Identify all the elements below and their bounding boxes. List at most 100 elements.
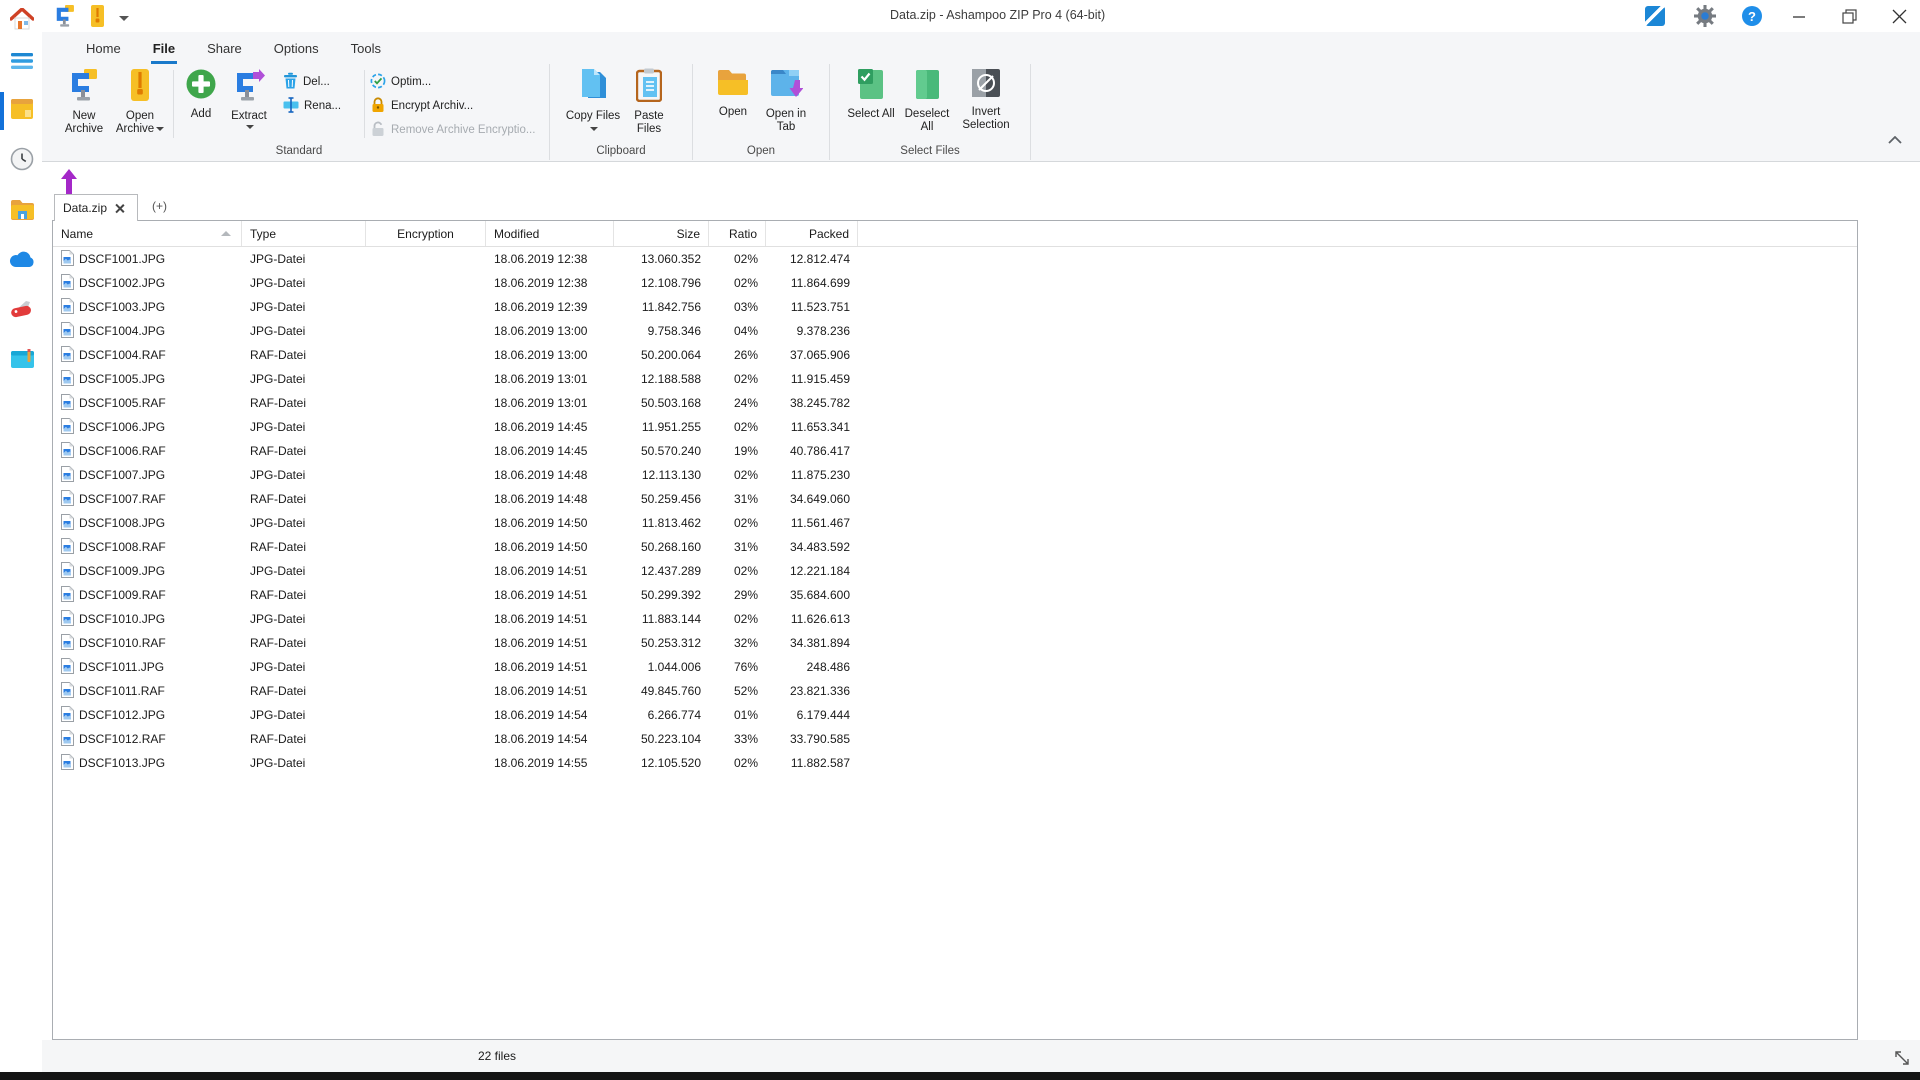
quick-access-caret-icon[interactable] (119, 16, 129, 21)
file-packed: 11.626.613 (790, 612, 850, 626)
table-row[interactable]: DSCF1013.JPG JPG-Datei 18.06.2019 14:55 … (53, 751, 1857, 775)
file-packed: 11.653.341 (790, 420, 850, 434)
new-tab-button[interactable]: (+) (152, 199, 167, 213)
table-row[interactable]: DSCF1008.JPG JPG-Datei 18.06.2019 14:50 … (53, 511, 1857, 535)
table-row[interactable]: DSCF1007.RAF RAF-Datei 18.06.2019 14:48 … (53, 487, 1857, 511)
settings-gear-icon[interactable] (1692, 3, 1718, 29)
table-row[interactable]: DSCF1004.RAF RAF-Datei 18.06.2019 13:00 … (53, 343, 1857, 367)
table-row[interactable]: DSCF1007.JPG JPG-Datei 18.06.2019 14:48 … (53, 463, 1857, 487)
file-size: 50.299.392 (640, 588, 701, 602)
file-packed: 11.864.699 (790, 276, 850, 290)
table-row[interactable]: DSCF1002.JPG JPG-Datei 18.06.2019 12:38 … (53, 271, 1857, 295)
file-modified: 18.06.2019 14:54 (494, 732, 588, 746)
file-size: 11.951.255 (641, 420, 701, 434)
zip-warning-icon[interactable] (90, 5, 105, 32)
table-row[interactable]: DSCF1005.RAF RAF-Datei 18.06.2019 13:01 … (53, 391, 1857, 415)
tab-tools[interactable]: Tools (335, 36, 397, 64)
table-row[interactable]: DSCF1004.JPG JPG-Datei 18.06.2019 13:00 … (53, 319, 1857, 343)
copy-files-button[interactable]: Copy Files (565, 66, 621, 136)
invert-selection-button[interactable]: Invert Selection (955, 66, 1017, 132)
extract-button[interactable]: Extract (223, 66, 275, 129)
menu-icon[interactable] (9, 48, 35, 74)
group-label-clipboard: Clipboard (596, 145, 646, 157)
restore-button[interactable] (1836, 3, 1862, 29)
file-size: 12.105.520 (640, 756, 701, 770)
file-ratio: 02% (733, 420, 758, 434)
table-row[interactable]: DSCF1010.RAF RAF-Datei 18.06.2019 14:51 … (53, 631, 1857, 655)
paste-files-button[interactable]: Paste Files (621, 66, 677, 136)
encrypt-archive-button[interactable]: Encrypt Archiv... (370, 96, 542, 116)
file-packed: 11.561.467 (790, 516, 850, 530)
home-icon[interactable] (9, 6, 35, 32)
archive-package-icon[interactable] (9, 96, 35, 122)
table-row[interactable]: DSCF1001.JPG JPG-Datei 18.06.2019 12:38 … (53, 247, 1857, 271)
table-row[interactable]: DSCF1006.JPG JPG-Datei 18.06.2019 14:45 … (53, 415, 1857, 439)
table-row[interactable]: DSCF1010.JPG JPG-Datei 18.06.2019 14:51 … (53, 607, 1857, 631)
table-row[interactable]: DSCF1012.RAF RAF-Datei 18.06.2019 14:54 … (53, 727, 1857, 751)
column-header-encryption[interactable]: Encryption (366, 221, 486, 246)
select-all-button[interactable]: Select All (843, 66, 899, 121)
file-ratio: 02% (733, 276, 758, 290)
table-row[interactable]: DSCF1009.RAF RAF-Datei 18.06.2019 14:51 … (53, 583, 1857, 607)
recent-clock-icon[interactable] (9, 146, 35, 172)
resize-handle-icon[interactable] (1892, 1048, 1912, 1073)
column-header-name[interactable]: Name (53, 221, 242, 246)
column-header-ratio[interactable]: Ratio (709, 221, 766, 246)
tab-share[interactable]: Share (191, 36, 258, 64)
table-row[interactable]: DSCF1012.JPG JPG-Datei 18.06.2019 14:54 … (53, 703, 1857, 727)
table-row[interactable]: DSCF1003.JPG JPG-Datei 18.06.2019 12:39 … (53, 295, 1857, 319)
delete-button[interactable]: Del... (283, 72, 359, 92)
add-button[interactable]: Add (179, 66, 223, 121)
optimize-button[interactable]: Optim... (370, 72, 542, 92)
table-row[interactable]: DSCF1005.JPG JPG-Datei 18.06.2019 13:01 … (53, 367, 1857, 391)
notes-editor-icon[interactable] (9, 346, 35, 372)
file-modified: 18.06.2019 12:38 (494, 276, 588, 290)
image-file-icon (61, 393, 74, 413)
column-header-modified[interactable]: Modified (486, 221, 614, 246)
tab-file[interactable]: File (137, 36, 191, 64)
file-size: 50.200.064 (640, 348, 701, 362)
new-archive-button[interactable]: New Archive (56, 66, 112, 136)
tab-close-icon[interactable] (115, 204, 124, 213)
file-ratio: 32% (733, 636, 758, 650)
help-icon[interactable]: ? (1742, 6, 1762, 26)
table-row[interactable]: DSCF1011.RAF RAF-Datei 18.06.2019 14:51 … (53, 679, 1857, 703)
table-row[interactable]: DSCF1008.RAF RAF-Datei 18.06.2019 14:50 … (53, 535, 1857, 559)
minimize-button[interactable] (1786, 3, 1812, 29)
file-type: RAF-Datei (250, 444, 307, 458)
rename-button[interactable]: Rena... (283, 96, 359, 116)
separator (173, 70, 174, 138)
file-type: RAF-Datei (250, 588, 307, 602)
navigate-up-button[interactable] (58, 168, 80, 194)
open-in-tab-button[interactable]: Open in Tab (758, 66, 814, 134)
ashampoo-logo-icon[interactable] (1642, 3, 1668, 29)
file-list-panel: Name Type Encryption Modified Size Ratio… (52, 220, 1858, 1040)
tools-knife-icon[interactable] (9, 296, 35, 322)
tab-options[interactable]: Options (258, 36, 335, 64)
file-ratio: 24% (733, 396, 758, 410)
open-archive-button[interactable]: Open Archive (112, 66, 168, 136)
file-size: 12.113.130 (641, 468, 701, 482)
file-name: DSCF1007.RAF (79, 492, 166, 506)
file-packed: 37.065.906 (789, 348, 850, 362)
table-row[interactable]: DSCF1009.JPG JPG-Datei 18.06.2019 14:51 … (53, 559, 1857, 583)
open-button[interactable]: Open (708, 66, 758, 119)
tab-home[interactable]: Home (70, 36, 137, 64)
file-ratio: 76% (733, 660, 758, 674)
cloud-icon[interactable] (9, 246, 35, 272)
app-clamp-icon[interactable] (54, 4, 76, 33)
column-header-size[interactable]: Size (614, 221, 709, 246)
table-row[interactable]: DSCF1006.RAF RAF-Datei 18.06.2019 14:45 … (53, 439, 1857, 463)
file-type: RAF-Datei (250, 636, 307, 650)
close-button[interactable] (1886, 3, 1912, 29)
archive-tab[interactable]: Data.zip (54, 194, 138, 221)
column-header-packed[interactable]: Packed (766, 221, 858, 246)
table-row[interactable]: DSCF1011.JPG JPG-Datei 18.06.2019 14:51 … (53, 655, 1857, 679)
collapse-ribbon-chevron-icon[interactable] (1888, 131, 1902, 149)
remove-archive-encryption-button[interactable]: Remove Archive Encryptio... (370, 120, 542, 140)
file-name: DSCF1003.JPG (79, 300, 166, 314)
deselect-all-button[interactable]: Deselect All (899, 66, 955, 134)
file-packed: 33.790.585 (789, 732, 850, 746)
column-header-type[interactable]: Type (242, 221, 366, 246)
file-browser-folder-icon[interactable] (9, 196, 35, 222)
